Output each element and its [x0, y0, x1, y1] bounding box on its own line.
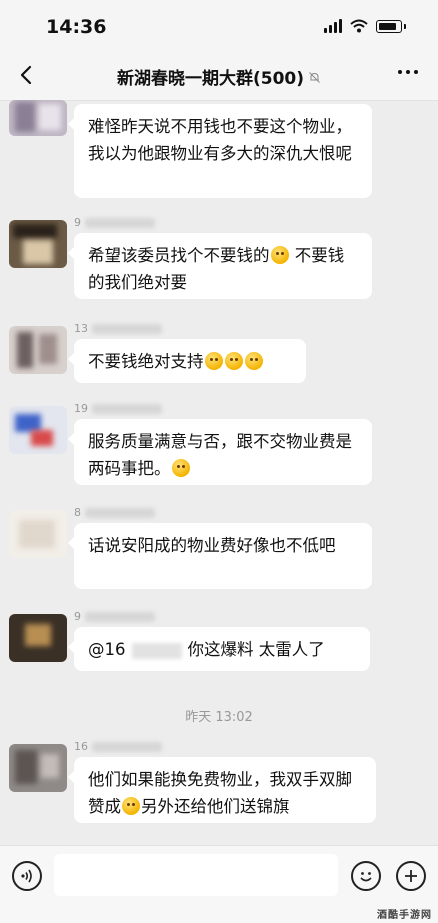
emoji-icon	[270, 246, 289, 264]
message-bubble[interactable]: 难怪昨天说不用钱也不要这个物业，我以为他跟物业有多大的深仇大恨呢	[68, 104, 372, 198]
avatar[interactable]	[9, 100, 67, 136]
avatar[interactable]	[9, 510, 67, 558]
avatar[interactable]	[9, 406, 67, 454]
sender-name: 9	[74, 610, 155, 623]
avatar[interactable]	[9, 220, 67, 268]
chat-title: 新湖春晓一期大群(500)	[116, 69, 305, 89]
sender-name: 9	[74, 216, 155, 229]
sender-name: 13	[74, 322, 162, 335]
emoji-icon	[122, 797, 140, 815]
watermark: 酒酷手游网	[377, 910, 432, 921]
emoji-icon	[244, 352, 263, 370]
voice-icon	[21, 869, 32, 883]
message-bubble[interactable]: 希望该委员找个不要钱的 不要钱的我们绝对要	[68, 233, 372, 299]
sender-name: 16	[74, 740, 162, 753]
emoji-picker-button[interactable]	[351, 861, 381, 891]
more-actions-button[interactable]	[396, 861, 426, 891]
emoji-icon	[204, 352, 223, 370]
chat-timestamp: 昨天 13:02	[185, 710, 253, 725]
more-options-icon[interactable]	[398, 70, 418, 74]
battery-icon	[376, 20, 402, 33]
sender-name: 19	[74, 402, 162, 415]
sender-name: 8	[74, 506, 155, 519]
emoji-icon	[224, 352, 243, 370]
message-bubble[interactable]: 他们如果能换免费物业，我双手双脚赞成 另外还给他们送锦旗	[68, 757, 376, 823]
smiley-icon	[360, 872, 372, 882]
signal-icon	[324, 19, 342, 33]
avatar[interactable]	[9, 326, 67, 374]
chat-message-list[interactable]: 难怪昨天说不用钱也不要这个物业，我以为他跟物业有多大的深仇大恨呢 9 希望该委员…	[0, 100, 438, 845]
chat-title-row: 新湖春晓一期大群(500)	[0, 64, 438, 89]
voice-input-button[interactable]	[12, 861, 42, 891]
message-bubble[interactable]: 话说安阳成的物业费好像也不低吧	[68, 523, 372, 589]
status-time: 14:36	[46, 16, 107, 38]
plus-icon	[405, 870, 417, 882]
chat-header: 新湖春晓一期大群(500)	[0, 52, 438, 101]
avatar[interactable]	[9, 744, 67, 792]
message-input-bar: 酒酷手游网	[0, 845, 438, 923]
mute-bell-icon	[309, 72, 320, 83]
message-bubble[interactable]: 不要钱绝对支持	[68, 339, 306, 383]
message-bubble[interactable]: 服务质量满意与否，跟不交物业费是两码事把。	[68, 419, 372, 485]
status-bar: 14:36	[0, 0, 438, 52]
emoji-icon	[171, 459, 190, 477]
avatar[interactable]	[9, 614, 67, 662]
status-icons	[324, 19, 406, 33]
message-bubble[interactable]: @16 你这爆料 太雷人了	[68, 627, 370, 671]
wifi-icon	[350, 19, 368, 33]
message-input[interactable]	[54, 854, 338, 896]
